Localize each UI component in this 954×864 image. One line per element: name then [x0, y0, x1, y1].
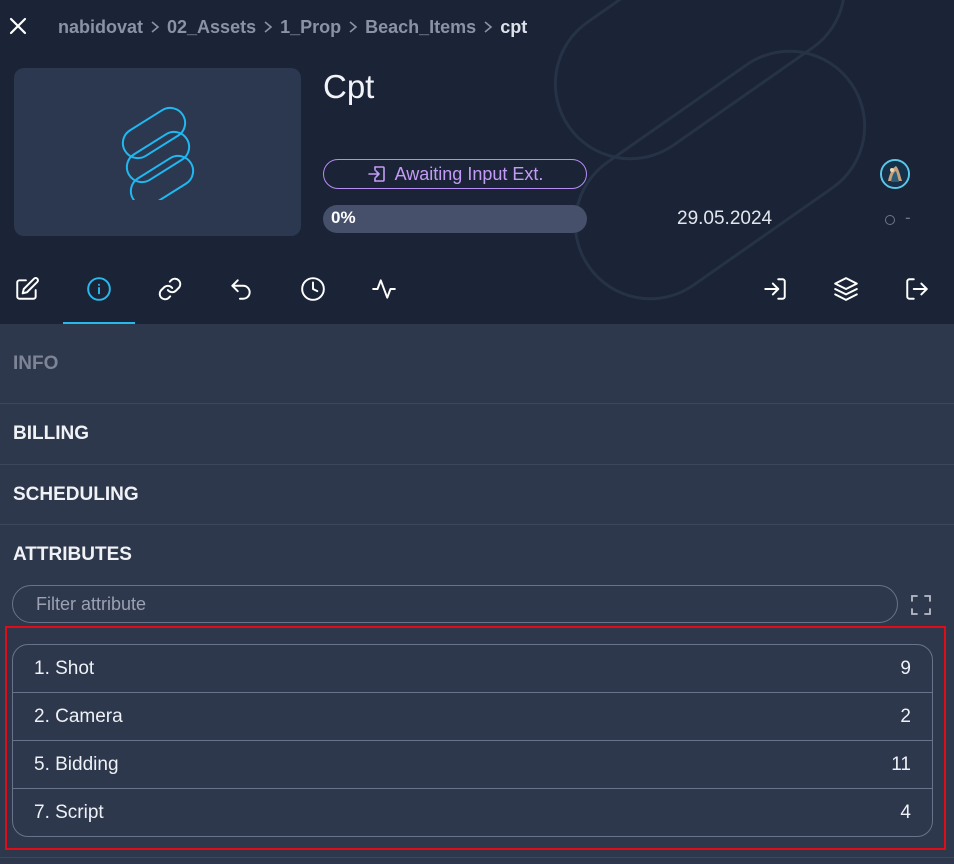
fullscreen-icon — [911, 595, 931, 615]
tab-activity[interactable] — [348, 264, 420, 324]
tab-history[interactable] — [205, 264, 277, 324]
section-info[interactable]: INFO — [0, 324, 954, 404]
section-billing[interactable]: BILLING — [0, 404, 954, 465]
attribute-label: 5. Bidding — [34, 753, 119, 775]
section-attributes[interactable]: ATTRIBUTES — [0, 525, 954, 584]
chevron-right-icon — [483, 20, 493, 34]
tab-edit[interactable] — [0, 264, 63, 324]
tab-info[interactable] — [63, 264, 135, 324]
link-icon — [158, 277, 182, 301]
tab-outgoing[interactable] — [881, 264, 953, 324]
asset-thumbnail — [14, 68, 301, 236]
meta-value: - — [905, 208, 911, 227]
log-out-icon — [906, 278, 928, 300]
breadcrumb: nabidovat 02_Assets 1_Prop Beach_Items c… — [58, 15, 527, 39]
attribute-label: 1. Shot — [34, 657, 95, 679]
edit-icon — [16, 277, 39, 300]
clock-icon — [301, 277, 325, 301]
chevron-right-icon — [348, 20, 358, 34]
expand-button[interactable] — [908, 592, 934, 618]
breadcrumb-item[interactable]: nabidovat — [58, 17, 143, 38]
attribute-label: 7. Script — [34, 802, 104, 823]
tab-links[interactable] — [134, 264, 206, 324]
attribute-count: 2 — [900, 705, 911, 727]
attribute-label: 2. Camera — [34, 705, 123, 727]
status-badge[interactable]: Awaiting Input Ext. — [323, 159, 587, 189]
avatar-image — [882, 161, 908, 187]
section-scheduling[interactable]: SCHEDULING — [0, 465, 954, 525]
close-button[interactable] — [6, 14, 30, 38]
tab-time[interactable] — [277, 264, 349, 324]
history-icon — [231, 279, 251, 300]
attribute-row[interactable]: 5. Bidding 11 — [13, 741, 932, 789]
activity-icon — [372, 279, 396, 299]
status-dot — [885, 215, 895, 225]
due-date: 29.05.2024 — [677, 208, 773, 229]
app-logo-icon — [121, 106, 194, 200]
attribute-row[interactable]: 7. Script 4 — [13, 789, 932, 836]
status-label: Awaiting Input Ext. — [394, 163, 544, 184]
attribute-row[interactable]: 1. Shot 9 — [13, 645, 932, 693]
tab-incoming[interactable] — [739, 264, 811, 324]
log-in-icon — [764, 278, 786, 300]
asset-header: nabidovat 02_Assets 1_Prop Beach_Items c… — [0, 0, 954, 324]
chevron-right-icon — [150, 20, 160, 34]
divider — [0, 857, 954, 858]
breadcrumb-item[interactable]: Beach_Items — [365, 17, 476, 38]
progress-bar: 0% — [323, 205, 587, 233]
breadcrumb-current: cpt — [500, 16, 528, 37]
layers-icon — [834, 277, 858, 301]
chevron-right-icon — [263, 20, 273, 34]
attribute-count: 4 — [900, 802, 911, 823]
filter-attribute-input[interactable] — [12, 585, 898, 623]
tab-layers[interactable] — [810, 264, 882, 324]
attribute-list: 1. Shot 9 2. Camera 2 5. Bidding 11 7. S… — [12, 644, 933, 837]
breadcrumb-item[interactable]: 02_Assets — [167, 17, 256, 38]
attribute-count: 11 — [891, 753, 911, 775]
progress-text: 0% — [331, 208, 356, 227]
asset-title: Cpt — [323, 68, 375, 105]
attribute-count: 9 — [900, 657, 911, 679]
attribute-row[interactable]: 2. Camera 2 — [13, 693, 932, 741]
breadcrumb-item[interactable]: 1_Prop — [280, 17, 341, 38]
close-icon — [9, 17, 27, 35]
avatar[interactable] — [880, 159, 910, 189]
input-status-icon — [367, 166, 385, 182]
info-icon — [87, 277, 111, 301]
